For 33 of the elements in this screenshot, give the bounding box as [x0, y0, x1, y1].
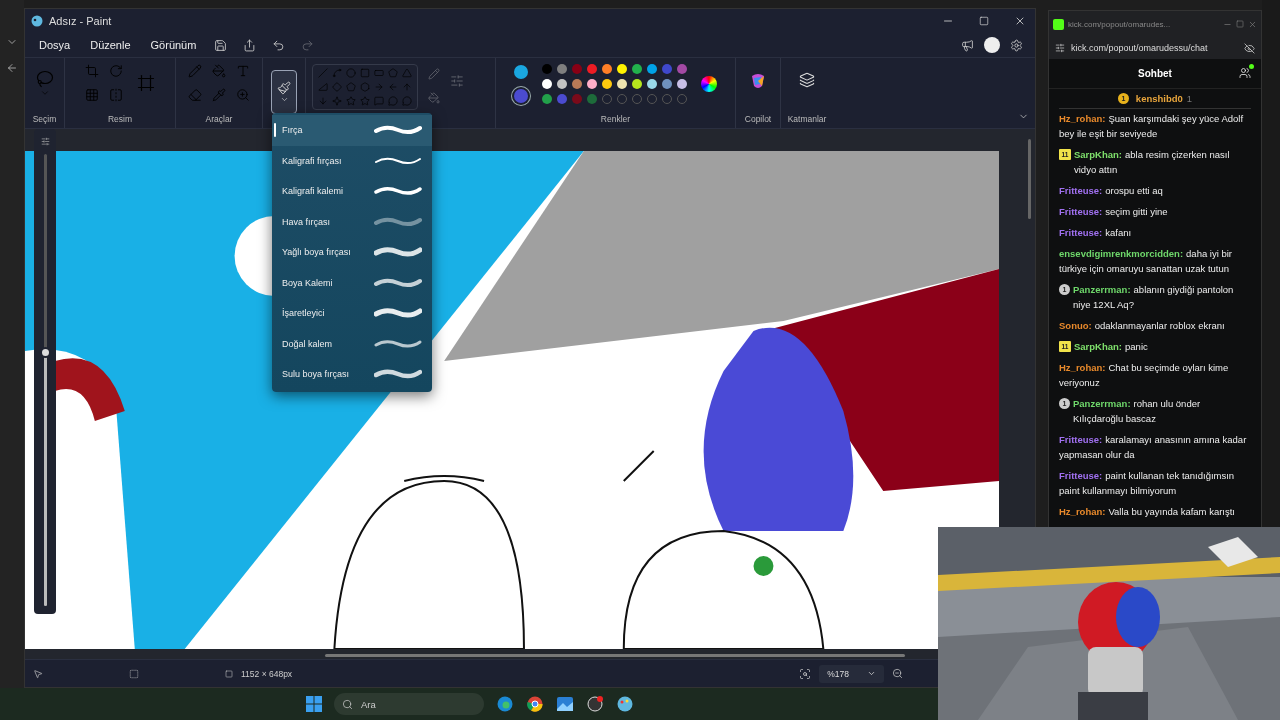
group-label: Seçim [32, 114, 57, 124]
group-label: Renkler [600, 114, 631, 124]
chat-message: Fritteuse: paint kullanan tek tanıdığımsın paint kullanmayı bilmiyorum [1059, 469, 1236, 498]
brush-option[interactable]: Fırça [272, 115, 432, 146]
group-label: Katmanlar [787, 114, 827, 124]
menu-item[interactable]: Dosya [31, 36, 79, 54]
chat-message: Fritteuse: orospu etti aq [1059, 184, 1164, 198]
group-label: Araçlar [205, 114, 233, 124]
chat-message: Hz_rohan: Valla bu yayında kafam karıştı [1059, 505, 1236, 519]
chat-message: SarpKhan: abla resim çizerken nasıl vidyo attın [1074, 148, 1231, 177]
zoom-dropdown[interactable]: %178 [819, 664, 884, 683]
group-label: Copilot [744, 114, 772, 124]
menu-item[interactable]: Görünüm [142, 36, 205, 54]
gift-count: 1 [1186, 93, 1193, 104]
tab-title: kick.com/popout/omarudes... [1068, 19, 1172, 29]
canvas-size: 1152 × 648px [241, 668, 293, 679]
search-box[interactable]: Ara [334, 693, 484, 715]
group-label: Resim [107, 114, 133, 124]
chat-message: Sonuo: odaklanmayanlar roblox ekranı [1059, 319, 1226, 333]
chat-message: Panzerrman: rohan ulu önder Kılıçdaroğlu bascaz [1073, 397, 1202, 426]
search-field[interactable]: Ara [359, 697, 476, 711]
chat-username[interactable]: kenshibd0 [1135, 93, 1183, 104]
chat-message: Hz_rohan: Şuan karşımdaki şey yüce Adolf bey ile eşit bir seviyede [1059, 112, 1245, 141]
chat-message: ensevdigimrenkmorcidden: daha iyi bir türkiye için omaruyu sanattan uzak tutun [1059, 247, 1233, 276]
chat-message: SarpKhan: panic [1074, 340, 1149, 354]
chat-message: Fritteuse: seçim gitti yine [1059, 205, 1169, 219]
chat-message: Fritteuse: kafanı [1059, 226, 1133, 240]
menu-item[interactable]: Düzenle [82, 36, 139, 54]
chat-message: Panzerrman: ablanın giydiği pantolon niye 12XL Aq? [1073, 283, 1235, 312]
chat-message: Fritteuse: karalamayı anasının amına kadar yapmasan olur da [1059, 433, 1248, 462]
window-title: Adsız - Paint [49, 15, 113, 27]
chat-title: Sohbet [1138, 68, 1172, 79]
chat-message: Hz_rohan: Chat bu seçimde oyları kime veriyonuz [1059, 361, 1230, 390]
